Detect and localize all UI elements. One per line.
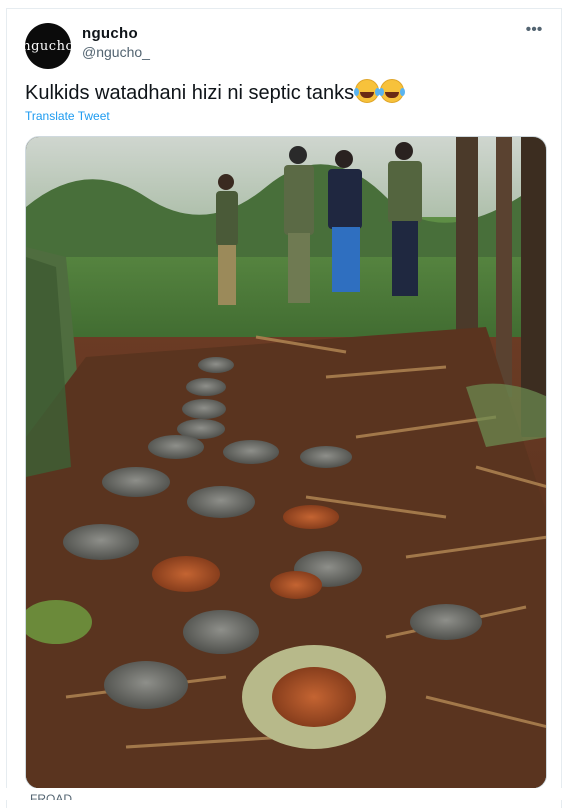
more-options-icon[interactable]: •••	[523, 21, 545, 39]
translate-tweet-link[interactable]: Translate Tweet	[25, 109, 110, 123]
avatar-text: ngucho	[25, 38, 71, 54]
tweet-text: Kulkids watadhani hizi ni septic tanks	[25, 79, 405, 105]
tweet-card: ngucho ngucho @ngucho_ ••• Kulkids watad…	[6, 8, 562, 808]
person-4	[388, 142, 422, 296]
person-2	[284, 146, 314, 303]
avatar[interactable]: ngucho	[25, 23, 71, 69]
person-1	[216, 174, 238, 305]
photo-scene	[26, 137, 546, 788]
tweet-text-body: Kulkids watadhani hizi ni septic tanks	[25, 82, 355, 104]
user-handle[interactable]: @ngucho_	[82, 44, 150, 60]
tears-of-joy-emoji-icon	[354, 79, 380, 103]
tweet-footer: FROAD	[0, 788, 572, 800]
footer-partial-text: FROAD	[30, 792, 72, 800]
display-name[interactable]: ngucho	[82, 25, 138, 42]
tweet-photo[interactable]	[25, 136, 547, 789]
tears-of-joy-emoji-icon	[379, 79, 405, 103]
person-3	[328, 150, 362, 292]
